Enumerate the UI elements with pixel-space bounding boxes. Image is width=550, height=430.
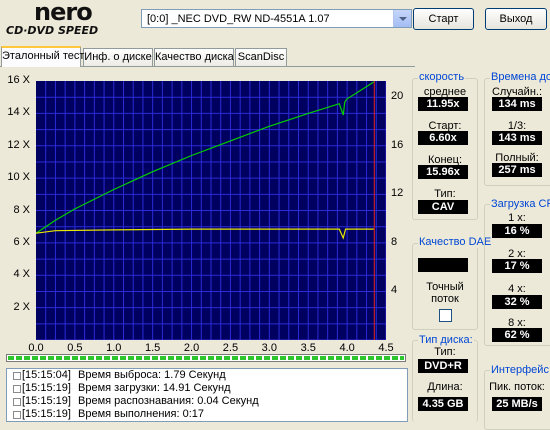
x-tick-label: 4.5 xyxy=(378,342,394,354)
logo-product: CD·DVD SPEED xyxy=(6,24,99,37)
log-message: Время выполнения: 0:17 xyxy=(78,408,205,420)
y-tick-label: 10 X xyxy=(7,171,30,184)
x-tick-label: 0.5 xyxy=(67,342,83,354)
disc-type-label: Тип: xyxy=(434,346,456,358)
start-button[interactable]: Старт xyxy=(413,8,474,30)
y-tick-label: 14 X xyxy=(7,106,30,119)
nero-logo: nero CD·DVD SPEED xyxy=(4,0,140,37)
speed-type-label: Тип: xyxy=(434,188,456,200)
cpu-4x-value: 32 % xyxy=(492,295,542,309)
drive-select[interactable]: [0:0] _NEC DVD_RW ND-4551A 1.07 xyxy=(141,9,412,28)
interface-title: Интерфейс xyxy=(490,364,550,376)
x-tick-label: 4.0 xyxy=(339,342,355,354)
log-entry-icon xyxy=(13,398,21,406)
cpu-2x-value: 17 % xyxy=(492,259,542,273)
speed-title: скорость xyxy=(418,71,466,83)
x-tick-label: 2.0 xyxy=(183,342,200,354)
y-tick-label: 16 X xyxy=(7,74,30,86)
progress-bar xyxy=(6,354,406,362)
disc-type-value: DVD+R xyxy=(418,359,468,373)
log-time: [15:15:04] xyxy=(22,369,71,381)
log-time: [15:15:19] xyxy=(22,408,71,420)
cpu-8x-value: 62 % xyxy=(492,328,542,342)
dae-accurate-checkbox[interactable] xyxy=(439,309,452,322)
cpu-1x-label: 1 x: xyxy=(508,212,526,224)
chevron-down-icon[interactable] xyxy=(393,10,411,27)
exit-button[interactable]: Выход xyxy=(485,8,547,30)
speed-start-value: 6.60x xyxy=(418,131,468,145)
speed-avg-value: 11.95x xyxy=(418,97,468,111)
tab-disc-quality[interactable]: Качество диска xyxy=(154,48,234,66)
disc-length-label: Длина: xyxy=(427,381,463,393)
cpu-4x-label: 4 x: xyxy=(508,283,526,295)
log-entry-icon xyxy=(13,385,21,393)
disc-length-value: 4.35 GB xyxy=(418,397,468,411)
y2-tick-label: 16 xyxy=(391,138,404,151)
dae-value xyxy=(418,258,468,272)
drive-select-value: [0:0] _NEC DVD_RW ND-4551A 1.07 xyxy=(147,13,330,25)
y-tick-label: 12 X xyxy=(7,138,30,151)
y2-tick-label: 20 xyxy=(391,90,404,103)
dae-accurate-label: Точный поток xyxy=(426,281,464,305)
access-random-value: 134 ms xyxy=(492,97,542,111)
log-entry: [15:15:04] Время выброса: 1.79 Секунд xyxy=(7,369,407,382)
x-tick-label: 1.5 xyxy=(145,342,161,354)
rpm-series xyxy=(36,228,375,240)
y2-tick-label: 8 xyxy=(391,235,398,248)
access-third-value: 143 ms xyxy=(492,131,542,145)
log-list[interactable]: [15:15:04] Время выброса: 1.79 Секунд [15… xyxy=(6,368,408,422)
log-entry: [15:15:19] Время загрузки: 14.91 Секунд xyxy=(7,382,407,395)
access-full-value: 257 ms xyxy=(492,163,542,177)
log-time: [15:15:19] xyxy=(22,382,71,394)
y-tick-label: 6 X xyxy=(13,235,30,248)
log-message: Время загрузки: 14.91 Секунд xyxy=(78,382,231,394)
disc-type-title: Тип диска: xyxy=(418,334,474,346)
y-tick-label: 4 X xyxy=(13,268,30,281)
dae-title: Качество DAE xyxy=(418,236,493,248)
y-tick-label: 2 X xyxy=(13,300,30,313)
x-tick-label: 1.0 xyxy=(106,342,122,354)
log-entry: [15:15:19] Время распознавания: 0.04 Секу… xyxy=(7,395,407,408)
x-tick-label: 3.5 xyxy=(300,342,316,354)
log-entry: [15:15:19] Время выполнения: 0:17 xyxy=(7,408,407,421)
x-tick-label: 0.0 xyxy=(28,342,44,354)
tab-disc-info[interactable]: Инф. о диске xyxy=(83,48,153,66)
logo-brand: nero xyxy=(34,0,93,26)
tab-benchmark[interactable]: Эталонный тест xyxy=(1,46,84,67)
log-entry-icon xyxy=(13,411,21,419)
chart-svg xyxy=(36,81,386,340)
benchmark-chart xyxy=(36,81,386,340)
access-time-title: Времена дос xyxy=(490,71,550,83)
log-entry-icon xyxy=(13,372,21,380)
y-tick-label: 8 X xyxy=(13,203,30,216)
interface-burst-value: 25 MB/s xyxy=(492,397,542,411)
cpu-1x-value: 16 % xyxy=(492,224,542,238)
cpu-title: Загрузка CPI xyxy=(490,198,550,210)
log-message: Время выброса: 1.79 Секунд xyxy=(78,369,226,381)
tab-scandisc[interactable]: ScanDisc xyxy=(235,48,287,66)
progress-fill xyxy=(8,356,404,360)
y2-tick-label: 12 xyxy=(391,187,404,200)
log-time: [15:15:19] xyxy=(22,395,71,407)
log-message: Время распознавания: 0.04 Секунд xyxy=(78,395,259,407)
x-tick-label: 2.5 xyxy=(222,342,239,354)
interface-burst-label: Пик. поток: xyxy=(489,381,545,393)
speed-type-value: CAV xyxy=(418,200,468,214)
x-tick-label: 3.0 xyxy=(261,342,277,354)
y2-tick-label: 4 xyxy=(391,284,398,297)
speed-end-value: 15.96x xyxy=(418,165,468,179)
